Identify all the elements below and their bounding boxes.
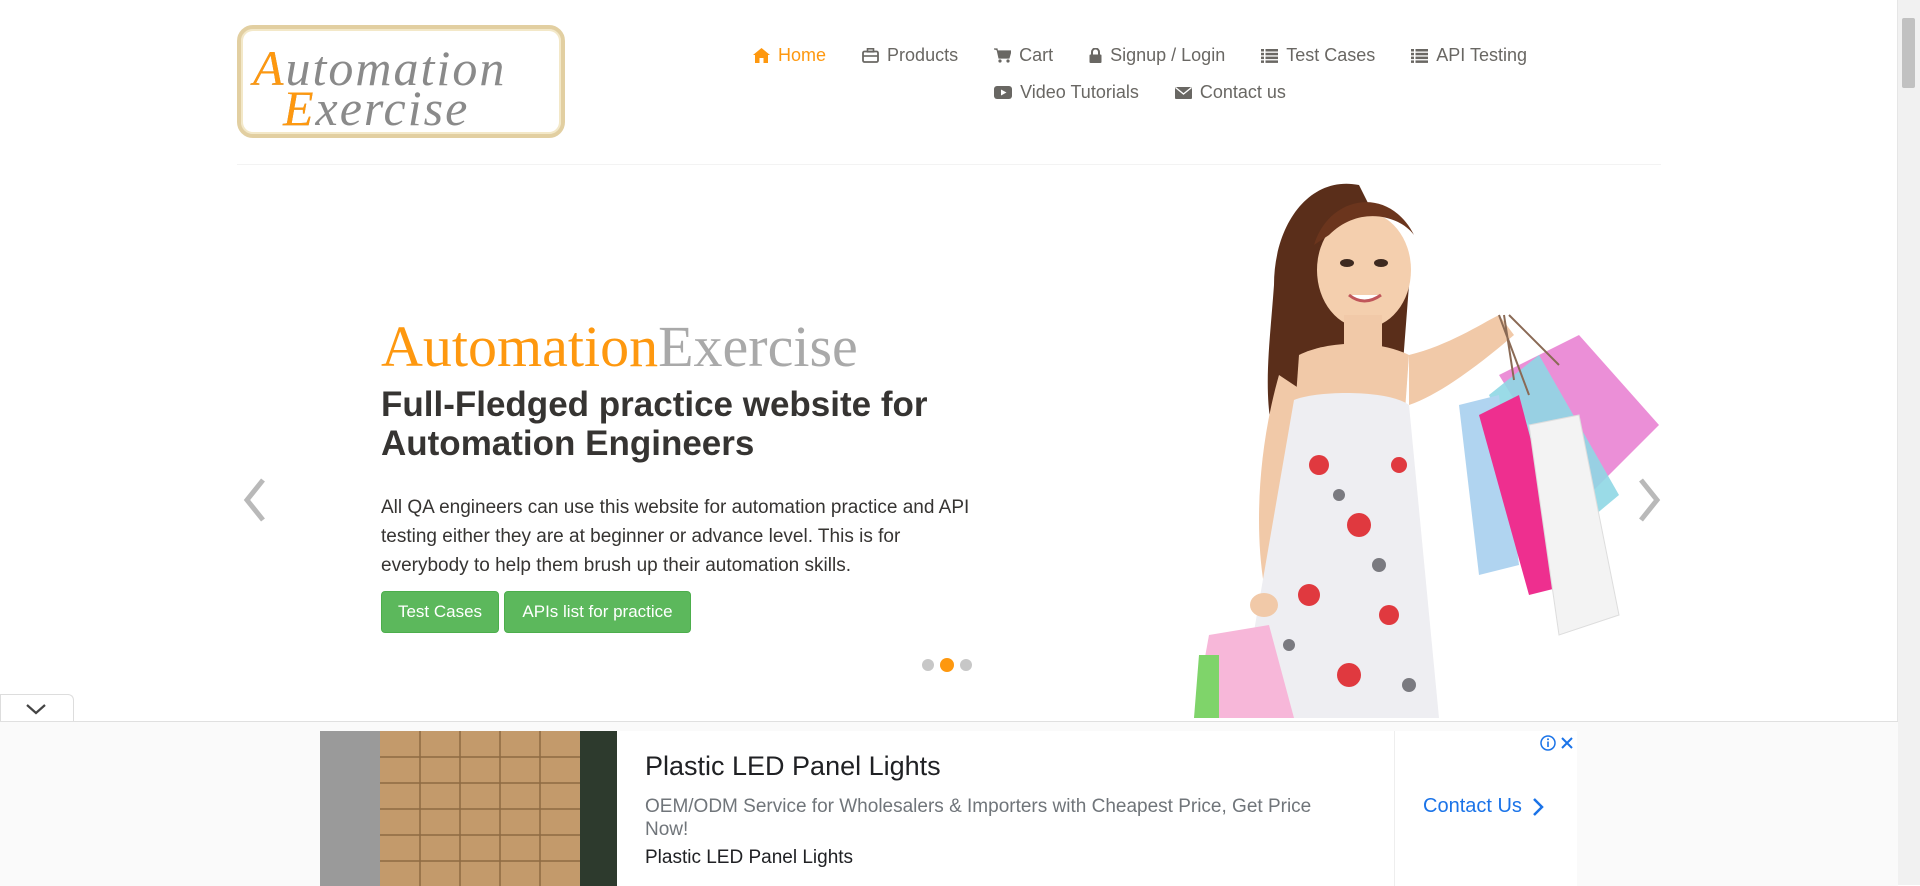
nav-test-cases[interactable]: Test Cases	[1261, 45, 1375, 66]
nav-cart[interactable]: Cart	[994, 45, 1053, 66]
scrollbar-thumb[interactable]	[1902, 18, 1915, 88]
chevron-right-icon	[1533, 797, 1544, 816]
cart-icon	[994, 48, 1012, 63]
chevron-down-icon	[26, 704, 46, 715]
ad-unit[interactable]: Plastic LED Panel Lights OEM/ODM Service…	[320, 731, 1577, 886]
ad-collapse-toggle[interactable]	[0, 694, 74, 723]
site-logo[interactable]: Automation A Exercise E	[237, 25, 565, 138]
hero-image-shopping-girl	[1194, 183, 1659, 718]
ad-banner: Plastic LED Panel Lights OEM/ODM Service…	[0, 721, 1898, 886]
hero-slider: AutomationExercise Full-Fledged practice…	[237, 165, 1661, 718]
nav-contact-us-label: Contact us	[1199, 82, 1286, 102]
svg-text:A: A	[250, 40, 284, 96]
page-scrollbar[interactable]	[1897, 0, 1920, 885]
nav-video-tutorials[interactable]: Video Tutorials	[994, 82, 1139, 103]
youtube-play-icon	[994, 86, 1013, 99]
ad-cta-label: Contact Us	[1423, 795, 1522, 817]
nav-video-tutorials-label: Video Tutorials	[1020, 82, 1139, 102]
close-icon[interactable]	[1560, 736, 1574, 750]
slider-headline: Full-Fledged practice website for Automa…	[381, 385, 928, 463]
nav-products-label: Products	[887, 45, 959, 65]
slider-dot-active[interactable]	[940, 658, 954, 672]
ad-image-boxes	[320, 731, 617, 886]
ad-description: OEM/ODM Service for Wholesalers & Import…	[645, 796, 1312, 840]
envelope-icon	[1174, 86, 1192, 99]
ad-info-controls	[1540, 735, 1574, 751]
slider-brand: AutomationExercise	[381, 313, 858, 380]
slider-dot[interactable]	[922, 659, 934, 671]
test-cases-button[interactable]: Test Cases	[381, 591, 499, 633]
nav-api-testing-label: API Testing	[1436, 45, 1527, 65]
nav-cart-label: Cart	[1019, 45, 1054, 65]
svg-text:E: E	[282, 80, 314, 134]
ad-cta-panel: Contact Us	[1394, 731, 1578, 886]
nav-products[interactable]: Products	[862, 45, 958, 66]
nav-contact-us[interactable]: Contact us	[1174, 82, 1286, 103]
list-icon	[1411, 48, 1429, 63]
slider-description: All QA engineers can use this website fo…	[381, 497, 970, 576]
info-icon[interactable]	[1540, 735, 1556, 751]
nav-signup-login-label: Signup / Login	[1110, 45, 1226, 65]
apis-list-button[interactable]: APIs list for practice	[504, 591, 691, 633]
main-nav: Home Products Cart Signup / Login Test C…	[740, 37, 1540, 111]
brand-exercise: Exercise	[658, 314, 858, 379]
nav-test-cases-label: Test Cases	[1286, 45, 1376, 65]
ad-title[interactable]: Plastic LED Panel Lights	[645, 751, 941, 782]
nav-api-testing[interactable]: API Testing	[1411, 45, 1527, 66]
slider-prev-arrow-icon[interactable]	[237, 470, 273, 530]
nav-home[interactable]: Home	[753, 45, 826, 66]
list-icon	[1261, 48, 1279, 63]
home-icon	[753, 48, 771, 63]
ad-contact-us-button[interactable]: Contact Us	[1423, 795, 1544, 818]
ad-subtitle: Plastic LED Panel Lights	[645, 847, 854, 868]
nav-signup-login[interactable]: Signup / Login	[1089, 45, 1225, 66]
brand-automation: Automation	[381, 314, 659, 379]
site-header: Automation A Exercise E Home Products Ca…	[0, 0, 1898, 165]
nav-home-label: Home	[778, 45, 827, 65]
slider-dot[interactable]	[960, 659, 972, 671]
slider-indicators	[922, 658, 972, 672]
slider-next-arrow-icon[interactable]	[1631, 470, 1667, 530]
briefcase-icon	[862, 48, 879, 63]
lock-icon	[1089, 48, 1102, 63]
